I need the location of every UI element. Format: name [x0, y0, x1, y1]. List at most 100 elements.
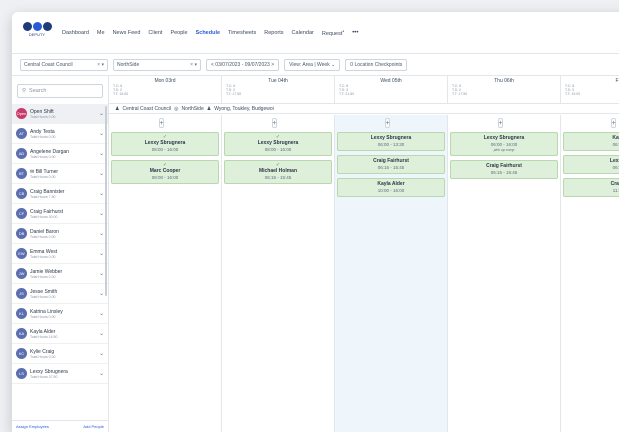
chevron-down-icon[interactable]: ⌄: [99, 230, 104, 237]
employee-row[interactable]: LS Lexxy Sbrugnera Total Hours 37.50 ⌄: [12, 364, 108, 384]
employee-row[interactable]: DB Daniel Baron Total Hours 0.00 ⌄: [12, 224, 108, 244]
shift-card[interactable]: Kay06:0: [563, 132, 619, 151]
nav-reports[interactable]: Reports: [264, 30, 283, 36]
add-shift-button[interactable]: +: [611, 118, 616, 128]
nav-news-feed[interactable]: News Feed: [113, 30, 141, 36]
employee-hours: Total Hours 0.00: [30, 294, 56, 299]
view-select[interactable]: View: Area | Week ⌄: [284, 58, 341, 71]
day-column: + Lexxy Sbrugnera 06:00 - 16:00 pick up com…: [448, 115, 561, 432]
more-menu-icon[interactable]: •••: [352, 30, 358, 36]
sidebar-scrollbar[interactable]: [105, 106, 107, 296]
employee-row[interactable]: BT ✉ Bill Turner Total Hours 0.00 ⌄: [12, 164, 108, 184]
shift-note: pick up comp: [493, 148, 515, 152]
chevron-down-icon[interactable]: ⌄: [99, 350, 104, 357]
nav-people[interactable]: People: [170, 30, 187, 36]
shift-card[interactable]: Lexxy Sbrugnera 06:00 - 13:30: [337, 132, 445, 151]
shift-card[interactable]: Kayla Alder 10:00 - 16:00: [337, 178, 445, 197]
clear-area-icon[interactable]: ×: [190, 62, 193, 68]
shift-employee: Lexxy Sbrugnera: [483, 135, 525, 141]
employee-search-input[interactable]: ⚲ Search: [17, 84, 103, 98]
employee-info: Andy Testa Total Hours 0.00: [30, 129, 99, 139]
date-range-navigator[interactable]: < 03/07/2023 - 09/07/2023 >: [206, 58, 280, 71]
sidebar-footer: Assign Employees Add People: [12, 420, 108, 432]
employee-list: Open Open Shift Total Hours 0.00 ⌄ AT Andy Te…: [12, 104, 108, 384]
app-window: DEPUTY Dashboard Me News Feed Client Peo…: [12, 12, 619, 432]
day-header[interactable]: Wed 05th T.C: 8 T.S: 3 T.T: 21.60: [335, 76, 448, 103]
nav-timesheets[interactable]: Timesheets: [228, 30, 256, 36]
employee-sidebar: ⚲ Search Open Open Shift Total Hours 0.00 ⌄…: [12, 76, 109, 432]
day-header[interactable]: F T.C: 8 T.S: 3 T.T: 19.00: [561, 76, 619, 103]
employee-hours: Total Hours 0.00: [30, 114, 56, 119]
day-header[interactable]: Mon 03rd T.C: 6 T.S: 2 T.T: 15.00: [109, 76, 222, 103]
chevron-down-icon[interactable]: ⌄: [99, 250, 104, 257]
day-stat: T.T: 21.60: [339, 92, 355, 96]
shift-card[interactable]: Lexxy06:0: [563, 155, 619, 174]
nav-client[interactable]: Client: [148, 30, 162, 36]
assign-employees-link[interactable]: Assign Employees: [16, 424, 49, 429]
chevron-down-icon[interactable]: ⌄: [99, 290, 104, 297]
chevron-down-icon[interactable]: ⌄: [99, 210, 104, 217]
add-shift-button[interactable]: +: [159, 118, 164, 128]
employee-row[interactable]: AD Angelene Dargan Total Hours 0.00 ⌄: [12, 144, 108, 164]
day-header[interactable]: Thu 06th T.C: 6 T.S: 2 T.T: 17.50: [448, 76, 561, 103]
avatar: KA: [16, 328, 27, 339]
chevron-down-icon[interactable]: ⌄: [99, 270, 104, 277]
chevron-down-icon[interactable]: ⌄: [99, 110, 104, 117]
avatar: AD: [16, 148, 27, 159]
shift-card[interactable]: Lexxy Sbrugnera 06:00 - 16:00 pick up comp: [450, 132, 558, 156]
chevron-down-icon[interactable]: ⌄: [99, 330, 104, 337]
add-shift-button[interactable]: +: [272, 118, 277, 128]
clear-location-icon[interactable]: ×: [97, 62, 100, 68]
chevron-down-icon[interactable]: ⌄: [99, 370, 104, 377]
employee-row[interactable]: KL Katrina Linsley Total Hours 0.00 ⌄: [12, 304, 108, 324]
shift-card[interactable]: ✓ Michael Holman 06:15 - 15:45: [224, 160, 332, 184]
nav-dashboard[interactable]: Dashboard: [62, 30, 89, 36]
schedule-toolbar: Central Coast Council × ▾ NorthSide × ▾ …: [12, 54, 619, 76]
chevron-down-icon[interactable]: ⌄: [99, 150, 104, 157]
employee-row[interactable]: AT Andy Testa Total Hours 0.00 ⌄: [12, 124, 108, 144]
avatar: Open: [16, 108, 27, 119]
shift-card[interactable]: ✓ Marc Cooper 08:00 - 16:00: [111, 160, 219, 184]
search-icon: ⚲: [22, 88, 27, 94]
add-shift-button[interactable]: +: [498, 118, 503, 128]
area-select[interactable]: NorthSide × ▾: [113, 58, 201, 71]
employee-row[interactable]: EW Emma West Total Hours 0.00 ⌄: [12, 244, 108, 264]
employee-row[interactable]: KC Kylie Craig Total Hours 0.00 ⌄: [12, 344, 108, 364]
nav-me[interactable]: Me: [97, 30, 105, 36]
shift-employee: Marc Cooper: [149, 168, 181, 174]
avatar: KC: [16, 348, 27, 359]
nav-calendar[interactable]: Calendar: [292, 30, 314, 36]
employee-hours: Total Hours 0.00: [30, 134, 56, 139]
shift-employee: Craig: [610, 181, 619, 187]
day-header[interactable]: Tue 04th T.C: 6 T.S: 2 T.T: 17.50: [222, 76, 335, 103]
chevron-down-icon[interactable]: ⌄: [99, 190, 104, 197]
chevron-down-icon[interactable]: ⌄: [99, 310, 104, 317]
employee-hours: Total Hours 30.00: [30, 214, 58, 219]
add-shift-button[interactable]: +: [385, 118, 390, 128]
employee-row[interactable]: CB Craig Bannister Total Hours 7.50 ⌄: [12, 184, 108, 204]
shift-card[interactable]: ✓ Lexxy Sbrugnera 08:00 - 16:00: [224, 132, 332, 156]
day-columns: + ✓ Lexxy Sbrugnera 08:00 - 16:00 ✓ Marc Coop…: [109, 115, 619, 432]
deputy-logo[interactable]: DEPUTY: [22, 21, 52, 44]
shift-card[interactable]: Craig11:0: [563, 178, 619, 197]
shift-time: 06:15 - 15:45: [490, 170, 518, 175]
nav-schedule[interactable]: Schedule: [196, 30, 220, 36]
add-people-link[interactable]: Add People: [83, 424, 104, 429]
chevron-down-icon[interactable]: ⌄: [99, 170, 104, 177]
employee-row[interactable]: JS Jesse Smith Total Hours 0.00 ⌄: [12, 284, 108, 304]
employee-hours: Total Hours 0.00: [30, 274, 56, 279]
employee-row[interactable]: Open Open Shift Total Hours 0.00 ⌄: [12, 104, 108, 124]
employee-row[interactable]: KA Kayla Alder Total Hours 14.50 ⌄: [12, 324, 108, 344]
location-select[interactable]: Central Coast Council × ▾: [20, 58, 108, 71]
shift-card[interactable]: Craig Fairhurst 06:15 - 15:45: [337, 155, 445, 174]
avatar: CB: [16, 188, 27, 199]
shift-card[interactable]: ✓ Lexxy Sbrugnera 08:00 - 16:00: [111, 132, 219, 156]
nav-request[interactable]: Request●: [322, 29, 344, 37]
employee-hours: Total Hours 0.00: [30, 354, 56, 359]
location-checkpoints-button[interactable]: 0 Location Checkpoints: [345, 58, 408, 71]
shift-card[interactable]: Craig Fairhurst 06:15 - 15:45: [450, 160, 558, 179]
chevron-down-icon[interactable]: ⌄: [99, 130, 104, 137]
employee-info: Craig Fairhurst Total Hours 30.00: [30, 209, 99, 219]
employee-row[interactable]: CF Craig Fairhurst Total Hours 30.00 ⌄: [12, 204, 108, 224]
employee-row[interactable]: JW Jamie Webber Total Hours 0.00 ⌄: [12, 264, 108, 284]
